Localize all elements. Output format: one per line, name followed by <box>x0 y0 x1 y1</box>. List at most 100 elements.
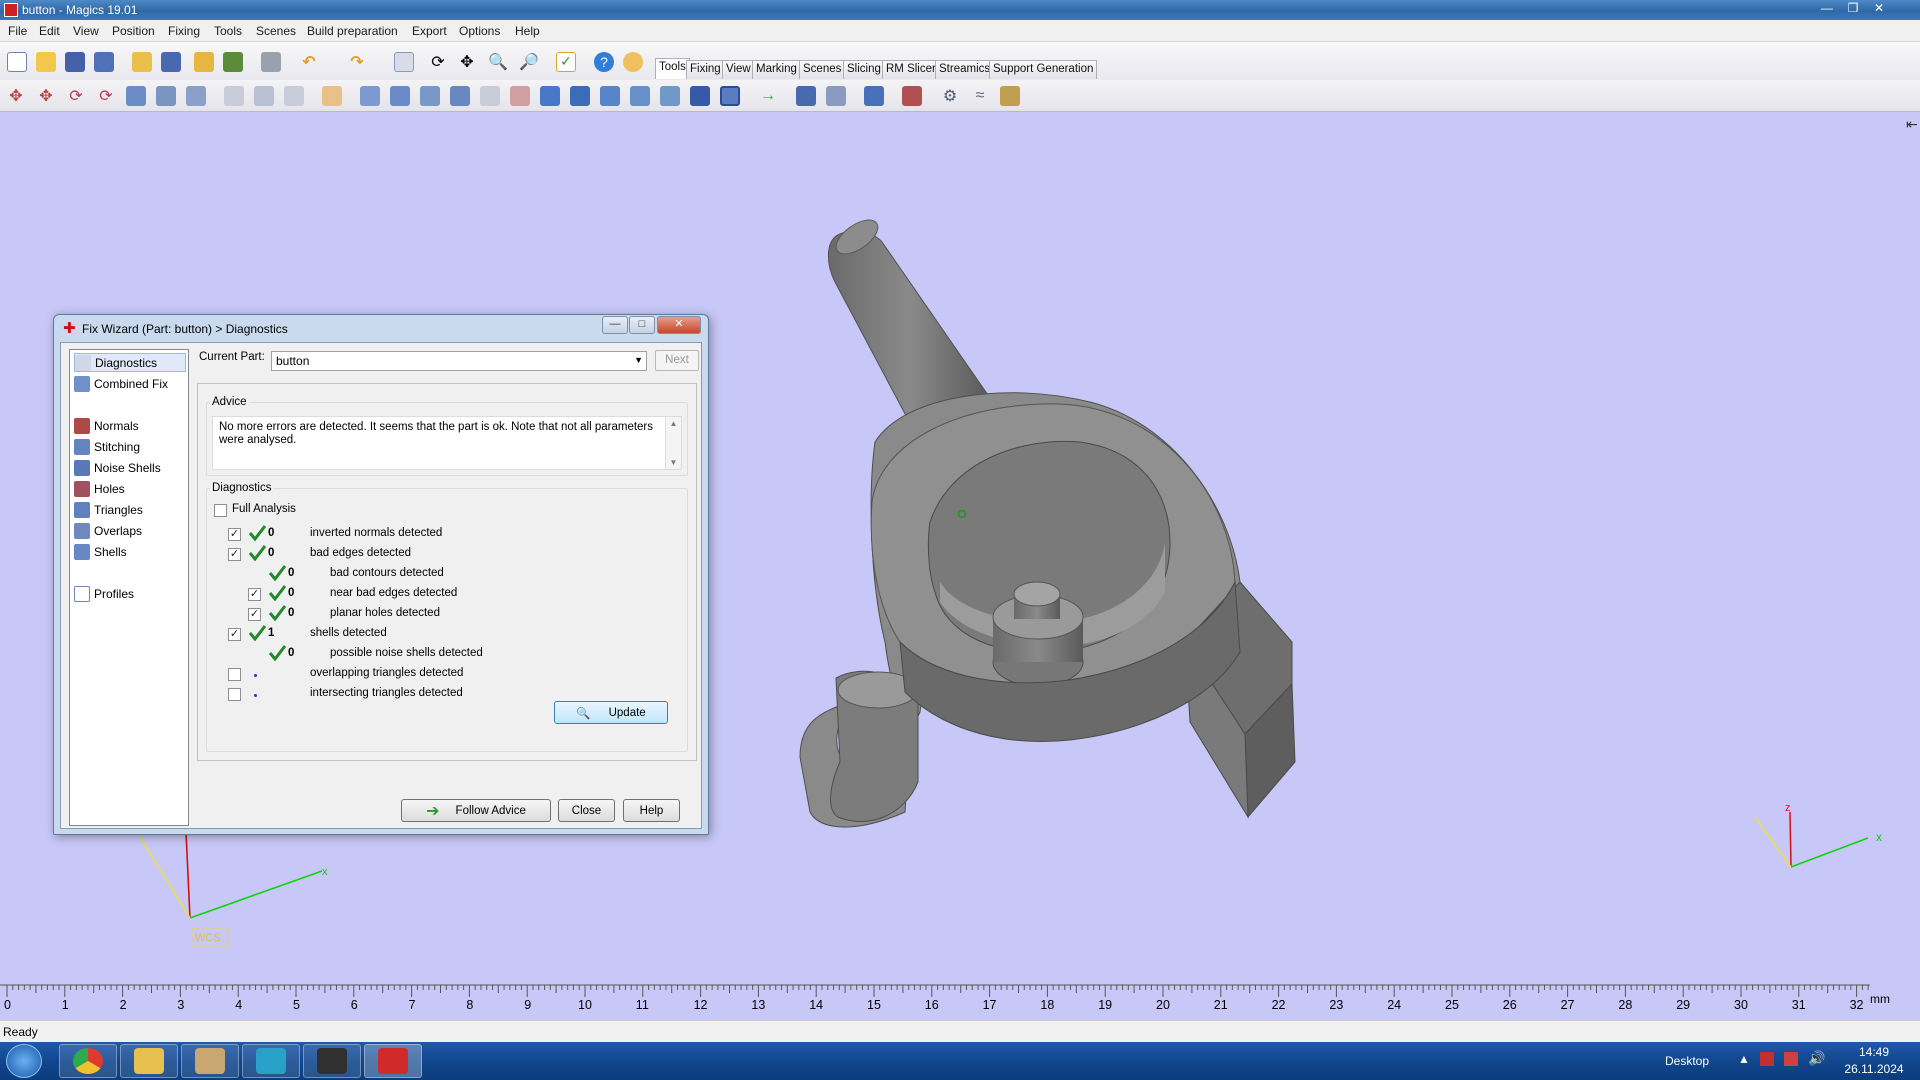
taskbar-v8[interactable] <box>242 1044 300 1078</box>
wrap-icon[interactable] <box>658 84 682 108</box>
taskbar-explorer[interactable] <box>120 1044 178 1078</box>
rotate-interactive-icon[interactable]: ⟳ <box>94 84 118 108</box>
context-help-icon[interactable] <box>621 50 645 74</box>
load-scene-icon[interactable] <box>192 50 216 74</box>
box-icon[interactable] <box>688 84 712 108</box>
redo-icon[interactable]: ↷ <box>345 50 369 74</box>
diagnostic-checkbox[interactable] <box>228 668 241 681</box>
tab-scenes[interactable]: Scenes <box>799 60 846 79</box>
nav-profiles[interactable]: Profiles <box>74 584 134 603</box>
duplicate-icon[interactable] <box>184 84 208 108</box>
split-icon[interactable]: → <box>756 84 780 108</box>
offset-icon[interactable] <box>418 84 442 108</box>
cube-front-icon[interactable] <box>568 84 592 108</box>
dialog-maximize-icon[interactable]: □ <box>629 316 655 334</box>
undo-icon[interactable]: ↶ <box>297 50 321 74</box>
menu-tools[interactable]: Tools <box>214 24 242 38</box>
smooth-icon[interactable] <box>478 84 502 108</box>
pan-icon[interactable]: ✥ <box>455 50 479 74</box>
update-button[interactable]: 🔍 Update <box>554 701 668 724</box>
menu-view[interactable]: View <box>73 24 99 38</box>
nav-normals[interactable]: Normals <box>74 416 139 435</box>
desktop-toolbar-label[interactable]: Desktop <box>1665 1054 1709 1068</box>
tab-support-generation[interactable]: Support Generation <box>989 60 1098 79</box>
extrude-icon[interactable] <box>448 84 472 108</box>
start-button[interactable] <box>6 1044 42 1078</box>
boolean-icon[interactable] <box>252 84 276 108</box>
shell-icon[interactable] <box>718 84 742 108</box>
tab-tools[interactable]: Tools <box>655 58 690 79</box>
fix-wizard-icon[interactable] <box>900 84 924 108</box>
cube-view-icon[interactable] <box>538 84 562 108</box>
menu-export[interactable]: Export <box>412 24 447 38</box>
rotate-view-icon[interactable]: ⟳ <box>426 50 450 74</box>
stripes-icon[interactable]: ≈ <box>968 84 992 108</box>
dialog-minimize-icon[interactable]: — <box>602 316 628 334</box>
menu-build-preparation[interactable]: Build preparation <box>307 24 398 38</box>
advice-scrollbar[interactable]: ▲ ▼ <box>665 417 681 469</box>
mirror-icon[interactable] <box>154 84 178 108</box>
diagnostic-checkbox[interactable]: ✓ <box>228 548 241 561</box>
measure-icon[interactable] <box>358 84 382 108</box>
action-center-icon[interactable] <box>1784 1052 1798 1066</box>
tab-slicing[interactable]: Slicing <box>843 60 885 79</box>
cube-side-icon[interactable] <box>598 84 622 108</box>
next-button[interactable]: Next <box>655 350 699 371</box>
verify-icon[interactable]: ✓ <box>554 50 578 74</box>
rescale-icon[interactable] <box>124 84 148 108</box>
save-as-icon[interactable] <box>92 50 116 74</box>
label-icon[interactable] <box>794 84 818 108</box>
nav-triangles[interactable]: Triangles <box>74 500 143 519</box>
perforate-icon[interactable] <box>508 84 532 108</box>
select-icon[interactable] <box>392 50 416 74</box>
taskbar-paint[interactable] <box>181 1044 239 1078</box>
section-icon[interactable] <box>628 84 652 108</box>
translate-to-default-icon[interactable]: ✥ <box>34 84 58 108</box>
print-icon[interactable] <box>259 50 283 74</box>
taskbar-chrome[interactable] <box>59 1044 117 1078</box>
tab-streamics[interactable]: Streamics <box>935 60 995 79</box>
menu-help[interactable]: Help <box>515 24 540 38</box>
current-part-dropdown[interactable]: button ▼ <box>271 351 647 371</box>
menu-fixing[interactable]: Fixing <box>168 24 200 38</box>
clock-time[interactable]: 14:49 <box>1844 1045 1904 1059</box>
dialog-close-icon[interactable]: ✕ <box>657 316 701 334</box>
nav-overlaps[interactable]: Overlaps <box>74 521 142 540</box>
save-part-icon[interactable] <box>159 50 183 74</box>
diagnostic-checkbox[interactable]: ✓ <box>248 588 261 601</box>
menu-file[interactable]: File <box>8 24 27 38</box>
tab-rm-slicer[interactable]: RM Slicer <box>882 60 940 79</box>
restore-icon[interactable]: ❐ <box>1842 1 1864 17</box>
open-folder-icon[interactable] <box>34 50 58 74</box>
support-icon[interactable] <box>998 84 1022 108</box>
diagnostic-checkbox[interactable] <box>228 688 241 701</box>
tab-view[interactable]: View <box>722 60 755 79</box>
hand-tool-icon[interactable] <box>320 84 344 108</box>
save-icon[interactable] <box>63 50 87 74</box>
taskbar-app[interactable] <box>303 1044 361 1078</box>
taskbar-magics[interactable] <box>364 1044 422 1078</box>
zoom-fit-icon[interactable]: 🔎 <box>517 50 541 74</box>
volume-icon[interactable]: 🔊 <box>1808 1050 1825 1067</box>
menu-edit[interactable]: Edit <box>39 24 60 38</box>
rotate-part-icon[interactable]: ⟳ <box>64 84 88 108</box>
import-part-icon[interactable] <box>130 50 154 74</box>
close-button[interactable]: Close <box>558 799 615 822</box>
pack-icon[interactable] <box>862 84 886 108</box>
tray-expand-icon[interactable]: ▲ <box>1738 1052 1750 1066</box>
help-icon[interactable]: ? <box>592 50 616 74</box>
nav-noise-shells[interactable]: Noise Shells <box>74 458 161 477</box>
sort-icon[interactable] <box>824 84 848 108</box>
language-icon[interactable] <box>1760 1052 1774 1066</box>
nav-combined-fix[interactable]: Combined Fix <box>74 374 168 393</box>
full-analysis-checkbox[interactable] <box>214 504 227 517</box>
minimize-icon[interactable]: — <box>1816 1 1838 17</box>
diagnostic-checkbox[interactable]: ✓ <box>248 608 261 621</box>
clock-date[interactable]: 26.11.2024 <box>1836 1062 1912 1076</box>
nav-stitching[interactable]: Stitching <box>74 437 140 456</box>
translate-icon[interactable]: ✥ <box>4 84 28 108</box>
hollow-icon[interactable] <box>388 84 412 108</box>
close-icon[interactable]: ✕ <box>1868 1 1890 17</box>
viewport-pin-icon[interactable]: ⇤ <box>1906 116 1918 133</box>
diagnostic-checkbox[interactable]: ✓ <box>228 528 241 541</box>
